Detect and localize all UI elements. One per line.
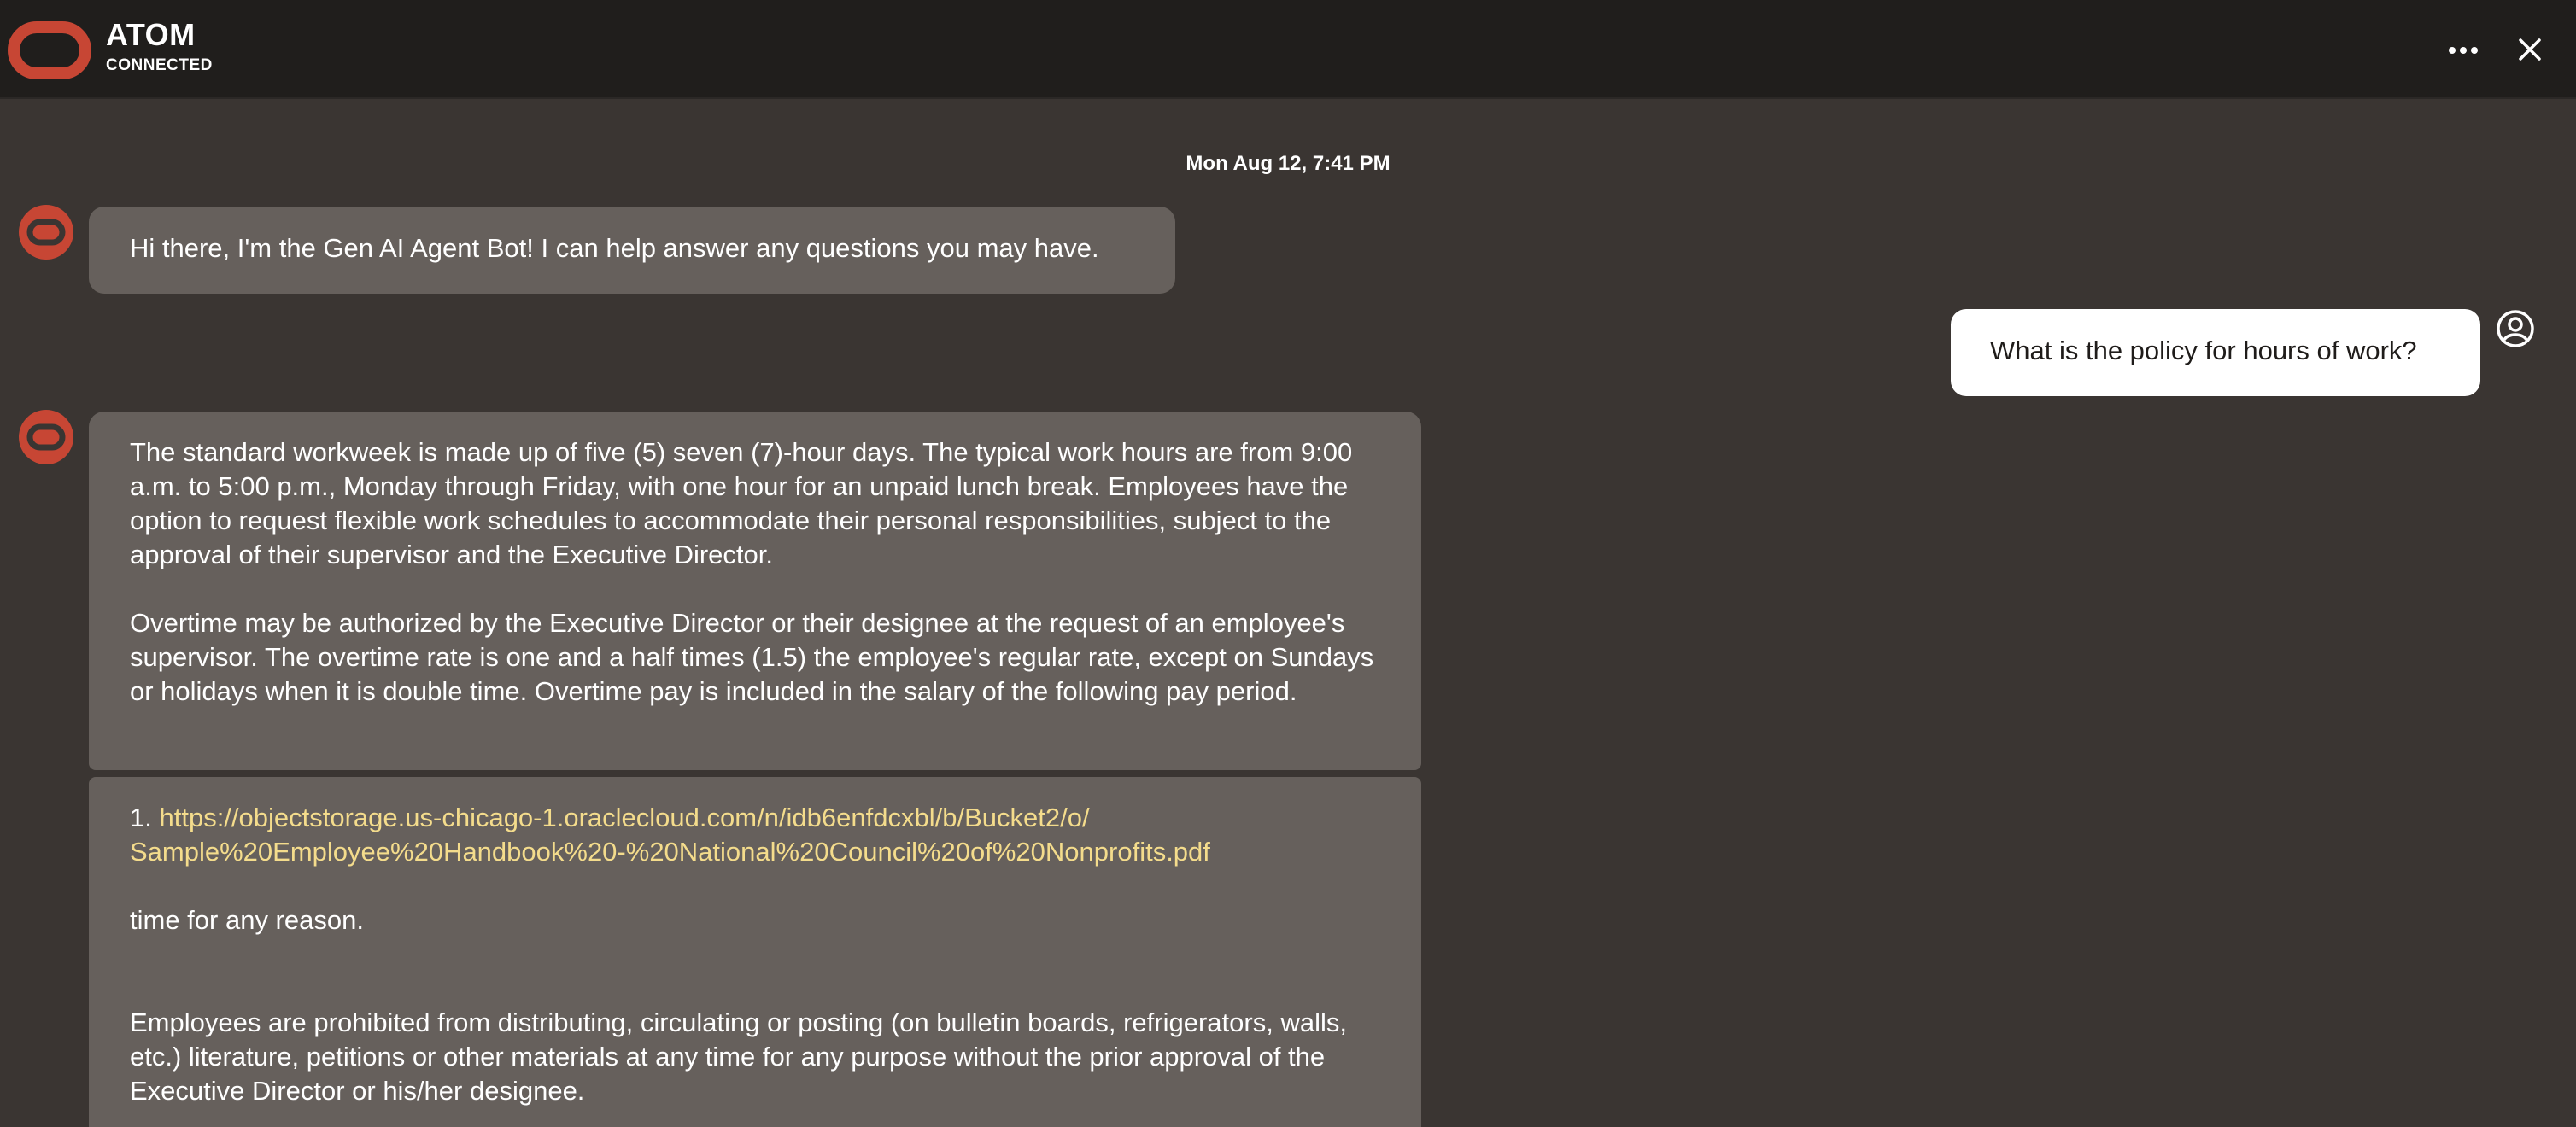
more-options-button[interactable]: [2444, 32, 2482, 68]
close-icon: [2519, 38, 2541, 61]
bot-message-answer: The standard workweek is made up of five…: [89, 412, 1421, 770]
answer-paragraph: Overtime may be authorized by the Execut…: [130, 608, 1374, 706]
oracle-logo-icon: [8, 21, 91, 79]
citation-number: 1.: [130, 803, 152, 832]
user-message: What is the policy for hours of work?: [1951, 309, 2480, 396]
citation-url-line1: https://objectstorage.us-chicago-1.oracl…: [159, 803, 1090, 832]
bot-avatar-icon: [19, 205, 73, 260]
citation-reference: 1. https://objectstorage.us-chicago-1.or…: [130, 801, 1380, 869]
citation-link[interactable]: https://objectstorage.us-chicago-1.oracl…: [130, 803, 1210, 867]
close-button[interactable]: [2511, 31, 2549, 68]
citation-snippet: time for any reason.: [130, 905, 364, 935]
citation-url-line2: Sample%20Employee%20Handbook%20-%20Natio…: [130, 837, 1210, 867]
bot-avatar-icon: [19, 410, 73, 464]
citation-snippet: Employees are prohibited from distributi…: [130, 1007, 1347, 1106]
chat-window: ATOM CONNECTED Mon Aug 12, 7:41 PM Hi th…: [0, 0, 2576, 1127]
bot-message-citation: 1. https://objectstorage.us-chicago-1.or…: [89, 777, 1421, 1127]
user-avatar-icon: [2497, 310, 2534, 347]
answer-paragraph: The standard workweek is made up of five…: [130, 437, 1353, 569]
bot-message-greeting: Hi there, I'm the Gen AI Agent Bot! I ca…: [89, 207, 1175, 294]
chat-header: ATOM CONNECTED: [0, 0, 2576, 99]
more-horizontal-icon: [2449, 47, 2478, 54]
chat-title: ATOM: [106, 17, 196, 52]
connection-status: CONNECTED: [106, 56, 213, 74]
message-timestamp: Mon Aug 12, 7:41 PM: [1186, 152, 1390, 175]
